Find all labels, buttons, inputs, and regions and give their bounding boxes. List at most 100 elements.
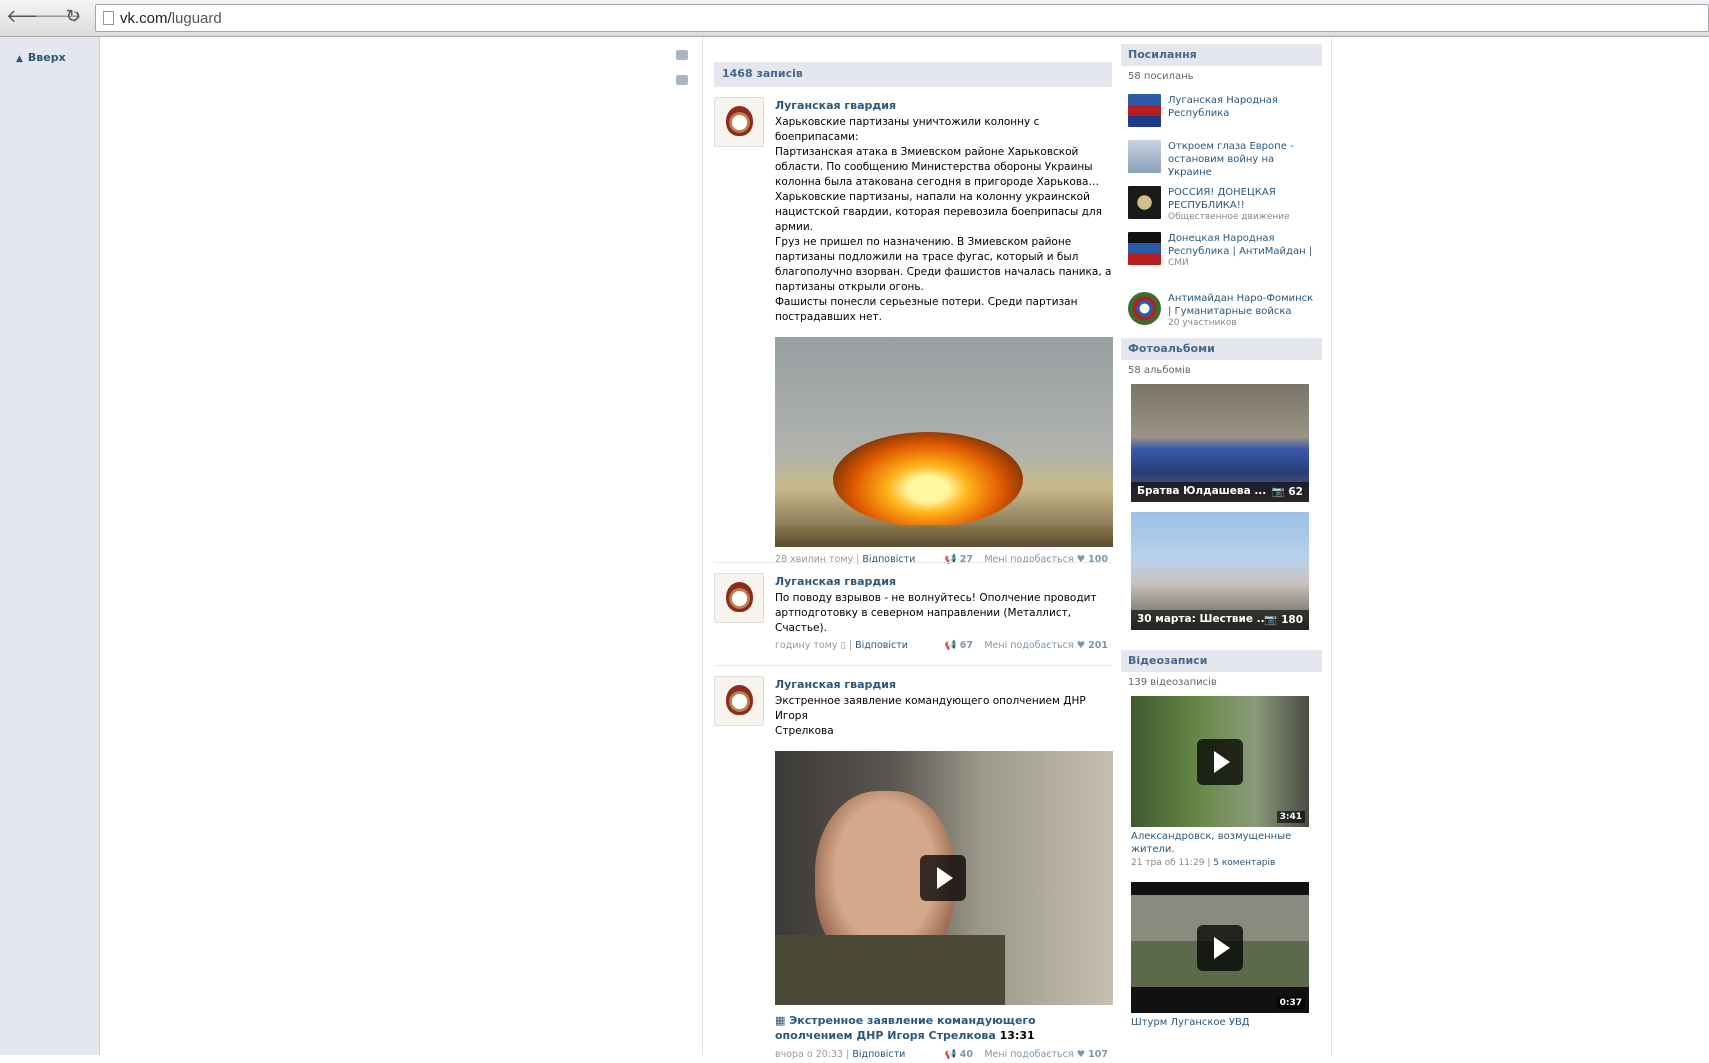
- link-text: Донецкая Народная Республика | АнтиМайда…: [1168, 232, 1318, 268]
- link-item[interactable]: Антимайдан Наро-Фоминск | Гуманитарные в…: [1121, 288, 1322, 334]
- link-text: Откроем глаза Европе - остановим войну н…: [1168, 140, 1318, 179]
- wall-post: Луганская гвардия Экстренное заявление к…: [714, 676, 1113, 1060]
- share-value: 67: [959, 640, 973, 651]
- speaker-coat: [775, 935, 1005, 1005]
- post-body: Луганская гвардия Харьковские партизаны …: [775, 97, 1113, 568]
- album-count-value: 180: [1281, 614, 1303, 626]
- play-icon[interactable]: [920, 855, 966, 901]
- album-count-value: 62: [1288, 486, 1303, 498]
- video-comments[interactable]: 5 коментарів: [1213, 858, 1275, 868]
- link-item[interactable]: Донецкая Народная Республика | АнтиМайда…: [1121, 228, 1322, 284]
- wall-post: Луганская гвардия По поводу взрывов - не…: [714, 573, 1112, 663]
- mobile-icon: ▯: [840, 640, 846, 651]
- post-time[interactable]: 28 хвилин тому: [775, 554, 853, 565]
- video-player-thumbnail[interactable]: [775, 751, 1113, 1005]
- link-avatar: [1128, 186, 1161, 219]
- videos-header[interactable]: Відеозаписи: [1121, 650, 1322, 672]
- page-icon: [103, 11, 114, 25]
- reload-button[interactable]: ↻: [62, 6, 84, 28]
- post-text: Харьковские партизаны уничтожили колонну…: [775, 116, 1112, 323]
- post-divider: [714, 562, 1112, 563]
- albums-count: 58 альбомів: [1128, 365, 1191, 376]
- like-label: Мені подобається: [984, 554, 1074, 565]
- share-value: 27: [959, 554, 973, 565]
- like-count: 201: [1088, 640, 1108, 651]
- video-thumb[interactable]: 0:37: [1131, 882, 1309, 1013]
- browser-toolbar: 🡐 🡒 ↻ vk.com/luguard: [0, 0, 1709, 37]
- mail-icon[interactable]: [676, 50, 688, 60]
- video-duration: 3:41: [1276, 811, 1305, 823]
- scroll-up-column[interactable]: ▲ Вверх: [0, 37, 100, 1055]
- album-count: 📷 180: [1264, 613, 1303, 626]
- share-count[interactable]: 📢 27: [945, 554, 973, 565]
- post-author[interactable]: Луганская гвардия: [775, 99, 1113, 112]
- ground: [775, 525, 1113, 547]
- avatar[interactable]: [714, 97, 764, 147]
- video-date: 21 тра об 11:29: [1131, 858, 1205, 868]
- link-text: Луганская Народная Республика: [1168, 94, 1318, 120]
- avatar[interactable]: [714, 676, 764, 726]
- album-thumb[interactable]: Братва Юлдашева ... 📷 62: [1131, 384, 1309, 502]
- emblem-icon: [726, 106, 753, 136]
- album-count: 📷 62: [1272, 485, 1303, 498]
- video-icon: ▦: [775, 1014, 790, 1027]
- link-avatar: [1128, 94, 1161, 127]
- post-time[interactable]: годину тому: [775, 640, 838, 651]
- post-body: Луганская гвардия По поводу взрывов - не…: [775, 573, 1113, 654]
- album-title: Братва Юлдашева ...: [1137, 485, 1267, 497]
- right-sidebar: Посилання 58 посилань Луганская Народная…: [1121, 44, 1322, 1029]
- camera-icon: 📷: [1264, 614, 1282, 626]
- video-thumb[interactable]: 3:41: [1131, 696, 1309, 827]
- scroll-up-label: Вверх: [27, 51, 66, 64]
- like-button[interactable]: Мені подобається ♥ 201: [984, 640, 1108, 651]
- link-subtitle: Общественное движение: [1168, 212, 1290, 222]
- album-caption: 30 марта: Шествие ... 📷 180: [1131, 610, 1309, 630]
- link-text: РОССИЯ! ДОНЕЦКАЯ РЕСПУБЛИКА!! Общественно…: [1168, 186, 1318, 222]
- link-avatar: [1128, 140, 1161, 173]
- albums-header[interactable]: Фотоальбоми: [1121, 338, 1322, 360]
- camera-icon: 📷: [1271, 486, 1289, 498]
- play-icon[interactable]: [1197, 739, 1243, 785]
- link-item[interactable]: РОССИЯ! ДОНЕЦКАЯ РЕСПУБЛИКА!! Общественно…: [1121, 182, 1322, 224]
- side-icons: [676, 50, 694, 100]
- link-title: РОССИЯ! ДОНЕЦКАЯ РЕСПУБЛИКА!!: [1168, 187, 1276, 211]
- post-text: Экстренное заявление командующего ополче…: [775, 695, 1086, 737]
- link-subtitle: СМИ: [1168, 258, 1189, 268]
- reply-link[interactable]: Відповісти: [862, 554, 915, 565]
- video-title[interactable]: Штурм Луганское УВД: [1131, 1016, 1311, 1029]
- post-photo[interactable]: [775, 337, 1113, 547]
- video-title[interactable]: Александровск, возмущенные жители.: [1131, 830, 1311, 856]
- share-count[interactable]: 📢 67: [945, 640, 973, 651]
- link-item[interactable]: Откроем глаза Европе - остановим войну н…: [1121, 136, 1322, 178]
- link-item[interactable]: Луганская Народная Республика: [1121, 90, 1322, 132]
- address-bar[interactable]: vk.com/luguard: [95, 4, 1709, 32]
- explosion-fire: [833, 432, 1023, 527]
- video-meta: 21 тра об 11:29 | 5 коментарів: [1131, 858, 1276, 868]
- links-header[interactable]: Посилання: [1121, 44, 1322, 66]
- link-title: Антимайдан Наро-Фоминск | Гуманитарные в…: [1168, 293, 1314, 317]
- link-title: Донецкая Народная Республика | АнтиМайда…: [1168, 233, 1313, 257]
- post-author[interactable]: Луганская гвардия: [775, 575, 1113, 588]
- album-title: 30 марта: Шествие ...: [1137, 613, 1269, 625]
- avatar[interactable]: [714, 573, 764, 623]
- wall-count-header[interactable]: 1468 записів: [714, 62, 1112, 87]
- post-body: Луганская гвардия Экстренное заявление к…: [775, 676, 1113, 1063]
- like-count: 100: [1088, 554, 1108, 565]
- scroll-up-link[interactable]: ▲ Вверх: [16, 51, 66, 64]
- link-text: Антимайдан Наро-Фоминск | Гуманитарные в…: [1168, 292, 1318, 328]
- post-author[interactable]: Луганская гвардия: [775, 678, 1113, 691]
- arrow-up-icon: ▲: [16, 54, 23, 64]
- link-title: Луганская Народная Республика: [1168, 95, 1278, 119]
- link-avatar: [1128, 292, 1161, 325]
- play-icon[interactable]: [1197, 925, 1243, 971]
- video-title-link[interactable]: ▦ Экстренное заявление командующего опол…: [775, 1013, 1113, 1043]
- url-text: vk.com/luguard: [120, 10, 222, 27]
- reply-link[interactable]: Відповісти: [855, 640, 908, 651]
- forward-button[interactable]: 🡒: [34, 6, 82, 28]
- link-title: Откроем глаза Европе - остановим войну н…: [1168, 141, 1294, 178]
- like-label: Мені подобається: [984, 640, 1074, 651]
- back-button[interactable]: 🡐: [6, 6, 54, 28]
- like-button[interactable]: Мені подобається ♥ 100: [984, 554, 1108, 565]
- album-thumb[interactable]: 30 марта: Шествие ... 📷 180: [1131, 512, 1309, 630]
- comment-icon[interactable]: [676, 75, 688, 85]
